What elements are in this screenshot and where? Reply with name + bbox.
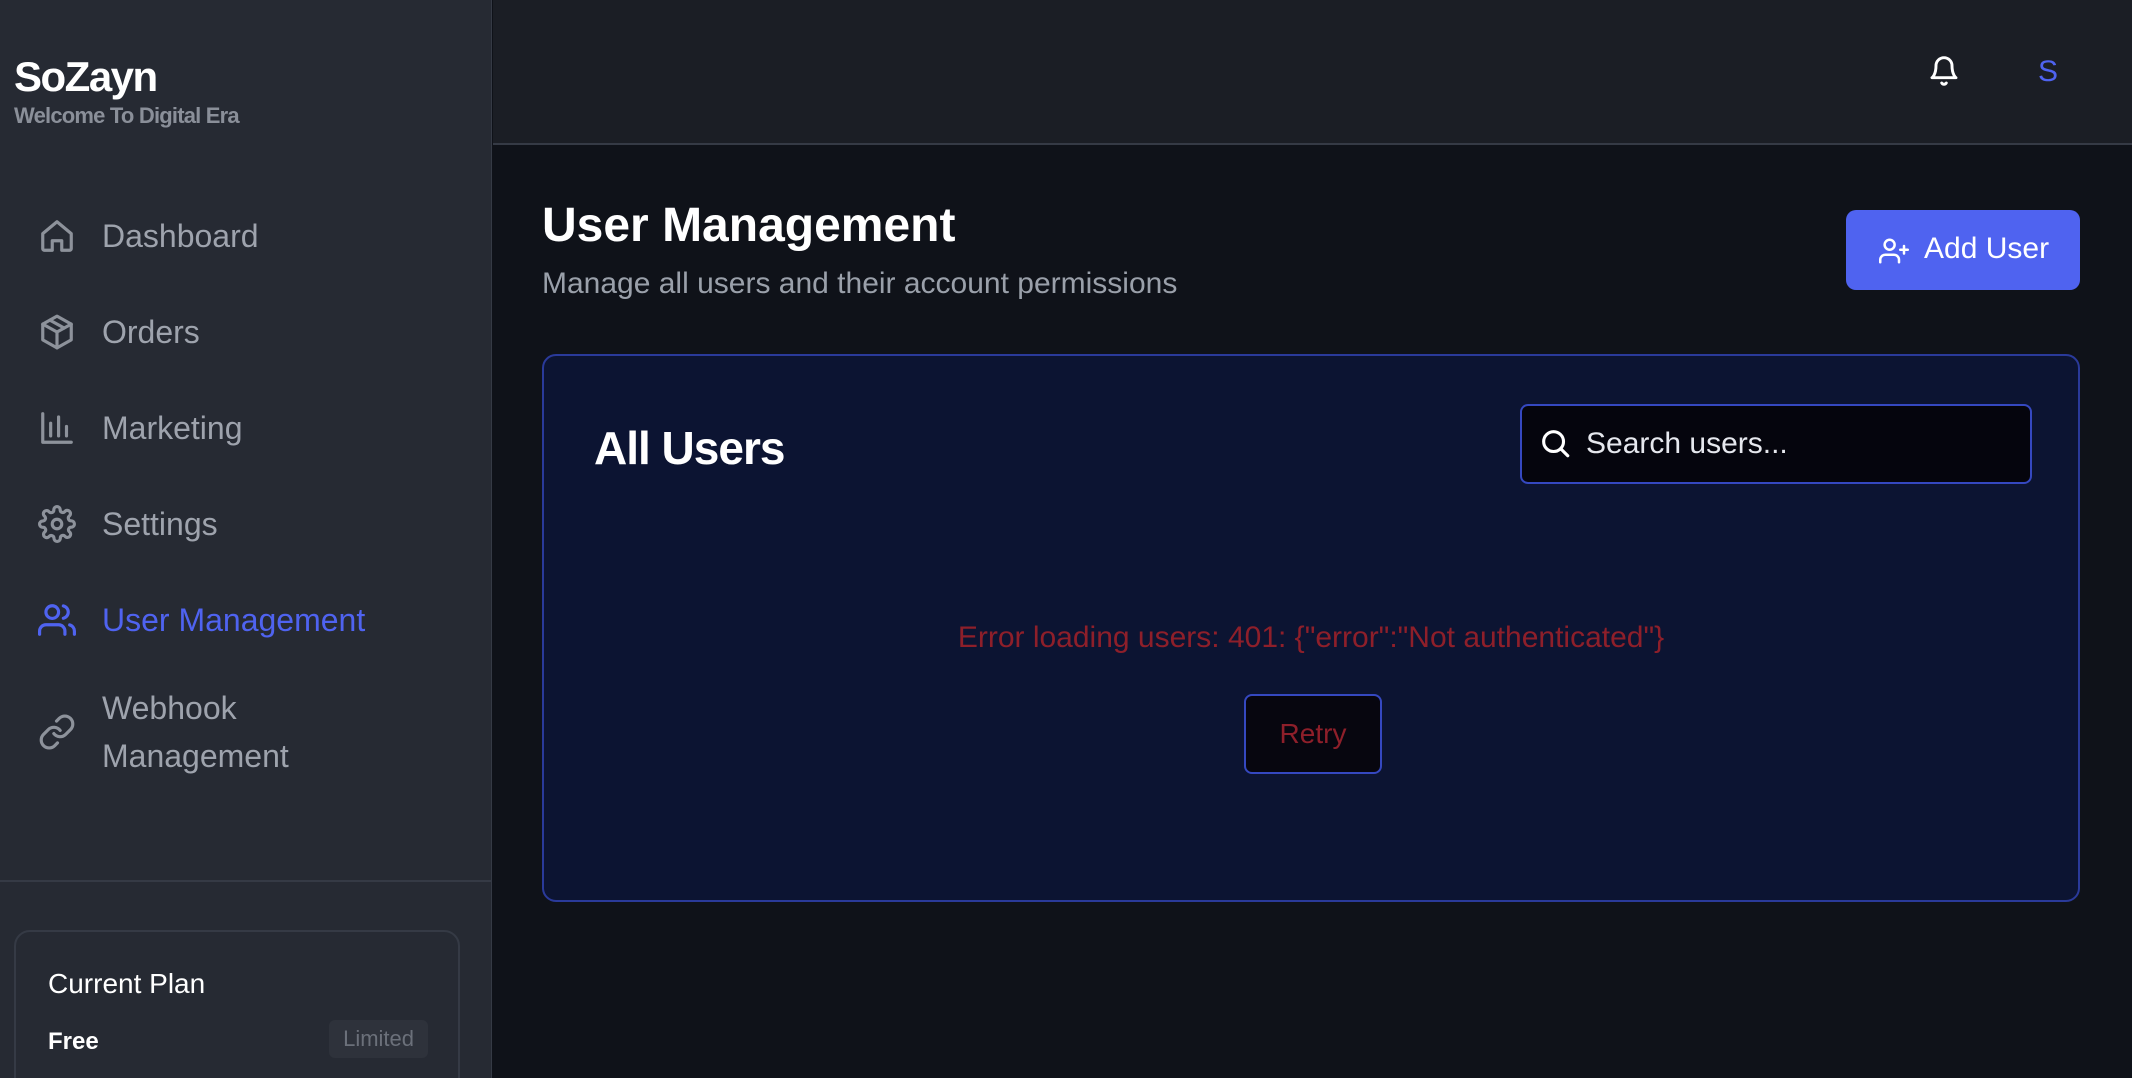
bar-chart-icon	[38, 409, 76, 447]
sidebar-item-label: Marketing	[102, 410, 243, 446]
avatar[interactable]: S	[2038, 52, 2058, 92]
page-subtitle: Manage all users and their account permi…	[542, 267, 1178, 300]
sidebar-divider	[0, 880, 492, 882]
sidebar-item-webhook-management[interactable]: Webhook Management	[0, 676, 492, 788]
sidebar-item-orders[interactable]: Orders	[0, 292, 492, 372]
gear-icon	[38, 505, 76, 543]
brand-name: SoZayn	[14, 53, 158, 100]
sidebar-item-settings[interactable]: Settings	[0, 484, 492, 564]
user-plus-icon	[1878, 236, 1910, 266]
search-input[interactable]	[1586, 420, 2016, 468]
sidebar-item-user-management[interactable]: User Management	[0, 580, 492, 660]
plan-name: Free	[48, 1028, 99, 1055]
top-bar	[493, 0, 2132, 145]
brand: SoZayn Welcome To Digital Era	[14, 52, 240, 130]
link-icon	[38, 713, 76, 751]
sidebar-item-marketing[interactable]: Marketing	[0, 388, 492, 468]
plan-badge: Limited	[329, 1020, 428, 1058]
sidebar-item-label: Settings	[102, 506, 218, 542]
sidebar-item-label: Dashboard	[102, 218, 259, 254]
search-box	[1520, 404, 2032, 484]
sidebar-item-label: Webhook Management	[102, 690, 289, 774]
sidebar-item-label: Orders	[102, 314, 200, 350]
search-icon	[1538, 426, 1572, 460]
page-title: User Management	[542, 199, 956, 252]
add-user-button[interactable]: Add User	[1846, 210, 2080, 290]
sidebar-item-dashboard[interactable]: Dashboard	[0, 196, 492, 276]
retry-button[interactable]: Retry	[1244, 694, 1382, 774]
current-plan-card: Current Plan Free Limited	[14, 930, 460, 1078]
home-icon	[38, 217, 76, 255]
sidebar: SoZayn Welcome To Digital Era Dashboard …	[0, 0, 492, 1078]
plan-title: Current Plan	[48, 968, 206, 999]
users-icon	[38, 601, 77, 639]
brand-tagline: Welcome To Digital Era	[14, 103, 240, 128]
sidebar-item-label: User Management	[102, 602, 366, 638]
card-title: All Users	[594, 422, 785, 474]
bell-icon[interactable]	[1928, 54, 1960, 88]
all-users-card: All Users Error loading users: 401: {"er…	[542, 354, 2080, 902]
error-message: Error loading users: 401: {"error":"Not …	[957, 621, 1665, 654]
add-user-label: Add User	[1924, 232, 2050, 265]
app-root: SoZayn Welcome To Digital Era Dashboard …	[0, 0, 2132, 1078]
package-icon	[38, 313, 76, 351]
